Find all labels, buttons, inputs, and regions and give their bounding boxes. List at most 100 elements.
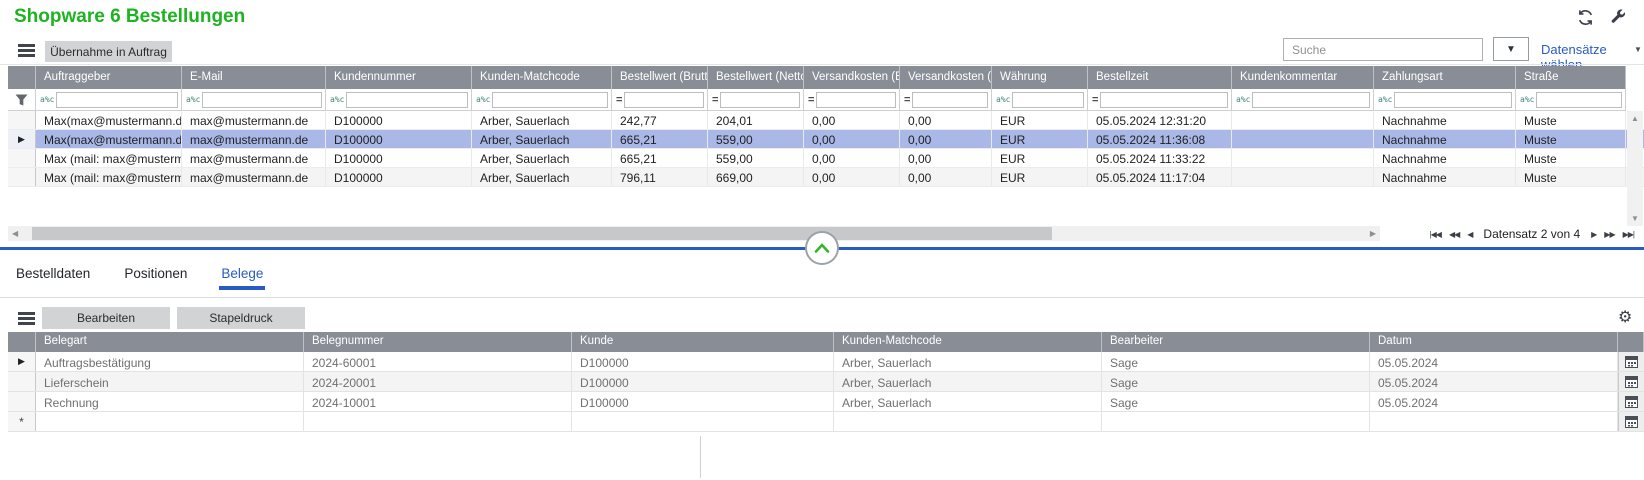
- docs-column-header-1[interactable]: Belegnummer: [304, 332, 572, 352]
- text-filter-icon[interactable]: a%c: [330, 95, 344, 104]
- docs-date-picker-1[interactable]: [1618, 372, 1644, 391]
- docs-column-header-5[interactable]: Datum: [1370, 332, 1618, 352]
- equals-filter-icon[interactable]: =: [808, 94, 814, 106]
- docs-cell: Sage: [1102, 392, 1370, 411]
- orders-vertical-scrollbar[interactable]: ▲ ▼: [1627, 111, 1643, 226]
- orders-filter-input-9[interactable]: [1100, 92, 1228, 108]
- orders-filter-input-4[interactable]: [624, 92, 704, 108]
- gear-icon[interactable]: ⚙: [1618, 307, 1632, 327]
- docs-row-marker-1: [8, 372, 36, 391]
- orders-cell: 0,00: [804, 130, 900, 148]
- tab-belege[interactable]: Belege: [219, 262, 265, 290]
- orders-filter-cell-3: a%c: [472, 89, 612, 111]
- refresh-icon[interactable]: [1577, 9, 1594, 29]
- docs-row-3[interactable]: *: [8, 412, 1644, 432]
- orders-column-header-2[interactable]: Kundennummer: [326, 66, 472, 89]
- orders-filter-input-8[interactable]: [1012, 92, 1084, 108]
- pager-first-button[interactable]: |◀◀: [1430, 230, 1441, 239]
- orders-filter-marker-cell[interactable]: [8, 89, 36, 111]
- pager-next-page-button[interactable]: ▶▶: [1604, 230, 1614, 239]
- orders-row-3[interactable]: Max (mail: max@musterma...max@mustermann…: [8, 168, 1644, 187]
- equals-filter-icon[interactable]: =: [616, 94, 622, 106]
- docs-date-picker-0[interactable]: [1618, 352, 1644, 371]
- orders-column-header-9[interactable]: Bestellzeit: [1088, 66, 1232, 89]
- orders-column-header-5[interactable]: Bestellwert (Netto): [708, 66, 804, 89]
- menu-icon[interactable]: [18, 44, 35, 57]
- text-filter-icon[interactable]: a%c: [1520, 95, 1534, 104]
- orders-filter-input-5[interactable]: [720, 92, 800, 108]
- transfer-to-order-button[interactable]: Übernahme in Auftrag: [45, 41, 172, 62]
- docs-cell: Arber, Sauerlach: [834, 352, 1102, 371]
- docs-row-2[interactable]: Rechnung2024-10001D100000Arber, Sauerlac…: [8, 392, 1644, 412]
- orders-row-0[interactable]: Max(max@mustermann.de...max@mustermann.d…: [8, 111, 1644, 130]
- batch-print-button[interactable]: Stapeldruck: [177, 307, 305, 329]
- orders-header-row: AuftraggeberE-MailKundennummerKunden-Mat…: [8, 66, 1644, 89]
- text-filter-icon[interactable]: a%c: [1236, 95, 1250, 104]
- docs-column-header-0[interactable]: Belegart: [36, 332, 304, 352]
- pager-last-button[interactable]: ▶▶|: [1623, 230, 1634, 239]
- docs-row-0[interactable]: ▶Auftragsbestätigung2024-60001D100000Arb…: [8, 352, 1644, 372]
- docs-row-marker-3: *: [8, 412, 36, 431]
- orders-filter-input-7[interactable]: [912, 92, 988, 108]
- scroll-down-icon[interactable]: ▼: [1631, 211, 1639, 226]
- edit-button[interactable]: Bearbeiten: [42, 307, 170, 329]
- orders-grid: AuftraggeberE-MailKundennummerKunden-Mat…: [8, 66, 1644, 187]
- scroll-right-icon[interactable]: ▶: [1366, 229, 1380, 238]
- page-title: Shopware 6 Bestellungen: [14, 6, 245, 28]
- orders-column-header-1[interactable]: E-Mail: [182, 66, 326, 89]
- docs-cell: Arber, Sauerlach: [834, 372, 1102, 391]
- orders-row-1[interactable]: ▶Max(max@mustermann.de...max@mustermann.…: [8, 130, 1644, 149]
- orders-column-header-11[interactable]: Zahlungsart: [1374, 66, 1516, 89]
- docs-menu-icon[interactable]: [18, 312, 35, 325]
- docs-date-picker-3[interactable]: [1618, 412, 1644, 431]
- orders-column-header-7[interactable]: Versandkosten (...: [900, 66, 992, 89]
- search-filter-dropdown-button[interactable]: ▼: [1493, 37, 1529, 61]
- equals-filter-icon[interactable]: =: [712, 94, 718, 106]
- orders-column-header-3[interactable]: Kunden-Matchcode: [472, 66, 612, 89]
- docs-header-row: BelegartBelegnummerKundeKunden-Matchcode…: [8, 332, 1644, 352]
- text-filter-icon[interactable]: a%c: [186, 95, 200, 104]
- orders-row-2[interactable]: Max (mail: max@musterma...max@mustermann…: [8, 149, 1644, 168]
- records-caret-icon[interactable]: ▼: [1634, 45, 1642, 54]
- orders-filter-input-1[interactable]: [202, 92, 322, 108]
- orders-column-header-0[interactable]: Auftraggeber: [36, 66, 182, 89]
- scroll-up-icon[interactable]: ▲: [1631, 111, 1639, 126]
- collapse-panel-button[interactable]: [805, 231, 839, 265]
- orders-filter-input-2[interactable]: [346, 92, 468, 108]
- text-filter-icon[interactable]: a%c: [1378, 95, 1392, 104]
- docs-row-1[interactable]: Lieferschein2024-20001D100000Arber, Saue…: [8, 372, 1644, 392]
- text-filter-icon[interactable]: a%c: [996, 95, 1010, 104]
- orders-filter-input-10[interactable]: [1252, 92, 1370, 108]
- scrollbar-thumb[interactable]: [32, 227, 1052, 240]
- orders-cell: Nachnahme: [1374, 168, 1516, 186]
- orders-column-header-10[interactable]: Kundenkommentar: [1232, 66, 1374, 89]
- orders-filter-input-0[interactable]: [56, 92, 178, 108]
- scroll-left-icon[interactable]: ◀: [8, 229, 22, 238]
- search-input[interactable]: [1283, 38, 1483, 61]
- docs-column-header-2[interactable]: Kunde: [572, 332, 834, 352]
- equals-filter-icon[interactable]: =: [1092, 94, 1098, 106]
- docs-column-header-3[interactable]: Kunden-Matchcode: [834, 332, 1102, 352]
- docs-column-header-4[interactable]: Bearbeiter: [1102, 332, 1370, 352]
- pager-prev-page-button[interactable]: ◀◀: [1449, 230, 1459, 239]
- equals-filter-icon[interactable]: =: [904, 94, 910, 106]
- orders-column-header-4[interactable]: Bestellwert (Brutt...: [612, 66, 708, 89]
- tab-bestelldaten[interactable]: Bestelldaten: [14, 262, 92, 290]
- orders-cell: 665,21: [612, 130, 708, 148]
- orders-column-header-12[interactable]: Straße: [1516, 66, 1626, 89]
- orders-filter-input-12[interactable]: [1536, 92, 1622, 108]
- documents-grid: BelegartBelegnummerKundeKunden-Matchcode…: [8, 332, 1644, 432]
- tab-positionen[interactable]: Positionen: [122, 262, 189, 290]
- pager-prev-button[interactable]: ◀: [1467, 230, 1472, 239]
- text-filter-icon[interactable]: a%c: [476, 95, 490, 104]
- orders-filter-input-6[interactable]: [816, 92, 896, 108]
- text-filter-icon[interactable]: a%c: [40, 95, 54, 104]
- wrench-icon[interactable]: [1611, 9, 1626, 27]
- pager-next-button[interactable]: ▶: [1591, 230, 1596, 239]
- orders-horizontal-scrollbar[interactable]: ◀ ▶: [8, 226, 1380, 241]
- docs-date-picker-2[interactable]: [1618, 392, 1644, 411]
- orders-column-header-8[interactable]: Währung: [992, 66, 1088, 89]
- orders-filter-input-3[interactable]: [492, 92, 608, 108]
- orders-column-header-6[interactable]: Versandkosten (B...: [804, 66, 900, 89]
- orders-filter-input-11[interactable]: [1394, 92, 1512, 108]
